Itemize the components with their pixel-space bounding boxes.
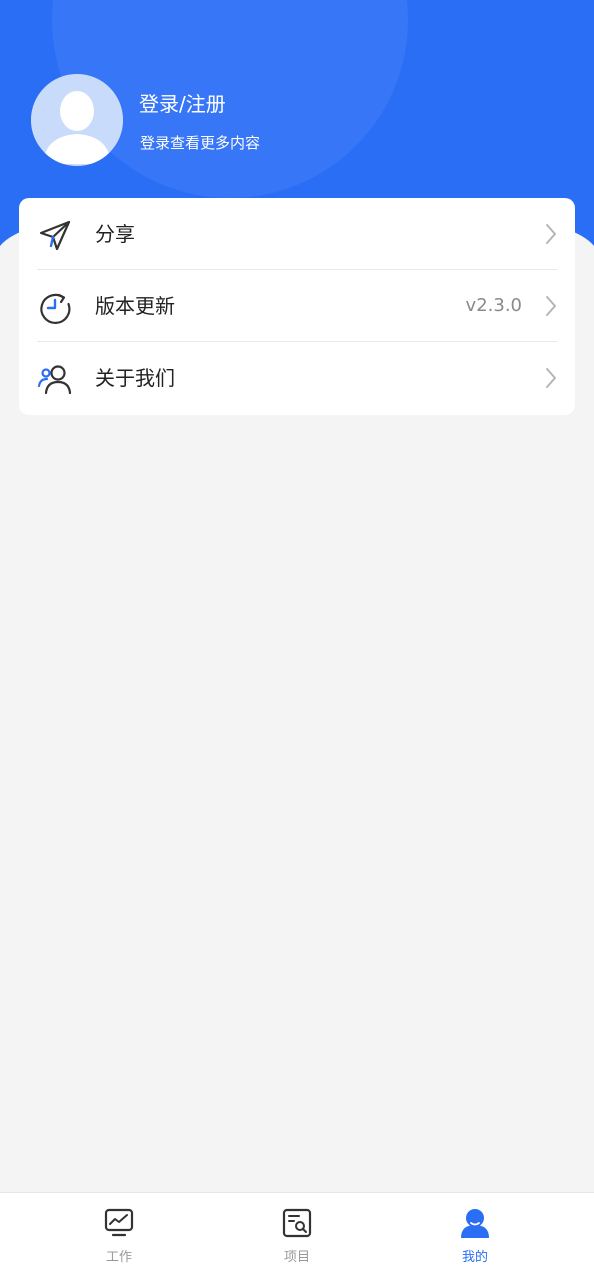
tab-label: 我的 — [461, 1250, 488, 1265]
menu-item-label: 关于我们 — [95, 366, 175, 390]
chevron-right-icon — [546, 224, 556, 244]
menu-item-version-update[interactable]: 版本更新 v2.3.0 — [19, 270, 575, 342]
monitor-chart-icon — [104, 1208, 134, 1237]
document-search-icon — [282, 1208, 312, 1238]
bottom-tab-bar: 工作 项目 我的 — [0, 1192, 594, 1281]
tab-label: 工作 — [105, 1250, 132, 1265]
refresh-clock-icon — [40, 293, 71, 324]
avatar[interactable] — [31, 74, 123, 166]
menu-item-label: 版本更新 — [95, 294, 175, 318]
menu-card: 分享 版本更新 v2.3.0 关于我们 — [19, 198, 575, 415]
chevron-right-icon — [546, 368, 556, 388]
user-icon — [461, 1209, 489, 1238]
tab-projects[interactable]: 项目 — [198, 1193, 396, 1281]
login-register-link[interactable]: 登录/注册 — [139, 90, 226, 118]
tab-work[interactable]: 工作 — [20, 1193, 218, 1281]
tab-label: 项目 — [283, 1250, 310, 1265]
version-number: v2.3.0 — [465, 295, 522, 316]
paper-plane-icon — [39, 220, 71, 251]
people-icon — [37, 365, 72, 395]
menu-item-share[interactable]: 分享 — [19, 198, 575, 270]
menu-item-about-us[interactable]: 关于我们 — [19, 342, 575, 414]
chevron-right-icon — [546, 296, 556, 316]
tab-mine[interactable]: 我的 — [376, 1193, 574, 1281]
default-avatar-icon — [31, 74, 123, 166]
login-hint-text: 登录查看更多内容 — [140, 134, 261, 152]
menu-item-label: 分享 — [95, 222, 135, 246]
